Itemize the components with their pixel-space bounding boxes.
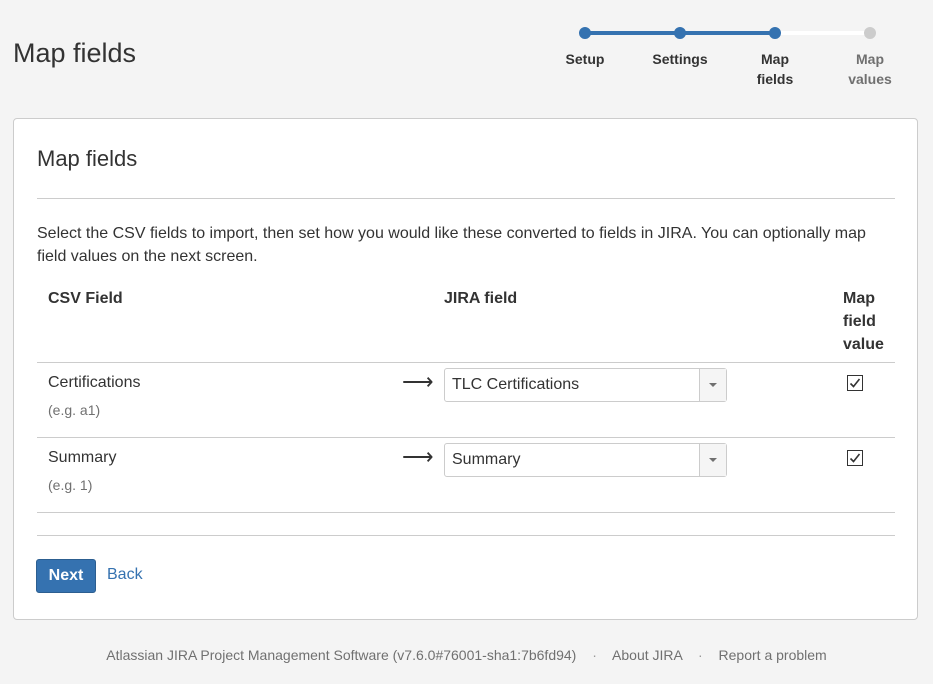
- step-label: Setup: [565, 51, 605, 67]
- footer-separator: ·: [592, 647, 597, 663]
- select-value: TLC Certifications: [452, 376, 580, 393]
- step-label: Map fields: [756, 51, 794, 87]
- table-divider: [37, 437, 895, 438]
- arrow-right-icon: ⟶: [402, 444, 434, 469]
- map-field-value-checkbox[interactable]: [847, 375, 863, 391]
- step-dot: [674, 27, 686, 39]
- tracker-step-map-fields: Map fields: [725, 22, 825, 89]
- select-value: Summary: [452, 451, 521, 468]
- column-header-map-field-value: Map field value: [843, 290, 884, 353]
- step-dot: [864, 27, 876, 39]
- next-button[interactable]: Next: [36, 559, 96, 593]
- divider: [37, 198, 895, 199]
- csv-field-example: (e.g. a1): [48, 402, 101, 418]
- table-divider: [37, 362, 895, 363]
- tracker-step-map-values: Map values: [820, 22, 920, 89]
- jira-field-select[interactable]: TLC Certifications: [444, 368, 727, 402]
- column-header-jira-field: JIRA field: [444, 290, 518, 307]
- progress-tracker: Setup Settings Map fields Map values: [548, 22, 928, 92]
- back-link[interactable]: Back: [107, 566, 143, 584]
- dropdown-toggle[interactable]: [699, 444, 726, 476]
- about-jira-link[interactable]: About JIRA: [612, 647, 682, 663]
- map-field-value-checkbox[interactable]: [847, 450, 863, 466]
- panel-title: Map fields: [37, 146, 138, 171]
- step-label: Settings: [652, 51, 708, 67]
- csv-field-name: Certifications: [48, 374, 141, 391]
- step-dot: [769, 27, 781, 39]
- checkmark-icon: [849, 453, 861, 463]
- page-title: Map fields: [13, 38, 137, 68]
- jira-field-select[interactable]: Summary: [444, 443, 727, 477]
- step-label: Map values: [848, 51, 892, 87]
- report-problem-link[interactable]: Report a problem: [719, 647, 827, 663]
- map-fields-panel: Map fields Select the CSV fields to impo…: [13, 118, 918, 620]
- instructions-text: Select the CSV fields to import, then se…: [37, 225, 866, 265]
- chevron-down-icon: [709, 458, 717, 462]
- tracker-step-setup: Setup: [535, 22, 635, 69]
- csv-field-example: (e.g. 1): [48, 477, 93, 493]
- column-header-csv-field: CSV Field: [48, 290, 123, 307]
- arrow-right-icon: ⟶: [402, 369, 434, 394]
- chevron-down-icon: [709, 383, 717, 387]
- checkmark-icon: [849, 378, 861, 388]
- footer-separator: ·: [697, 647, 703, 663]
- divider: [37, 535, 895, 536]
- csv-field-name: Summary: [48, 449, 117, 466]
- table-divider: [37, 512, 895, 513]
- dropdown-toggle[interactable]: [699, 369, 726, 401]
- step-dot: [579, 27, 591, 39]
- footer-software-version: Atlassian JIRA Project Management Softwa…: [106, 647, 577, 663]
- tracker-step-settings: Settings: [630, 22, 730, 69]
- footer: Atlassian JIRA Project Management Softwa…: [0, 647, 933, 663]
